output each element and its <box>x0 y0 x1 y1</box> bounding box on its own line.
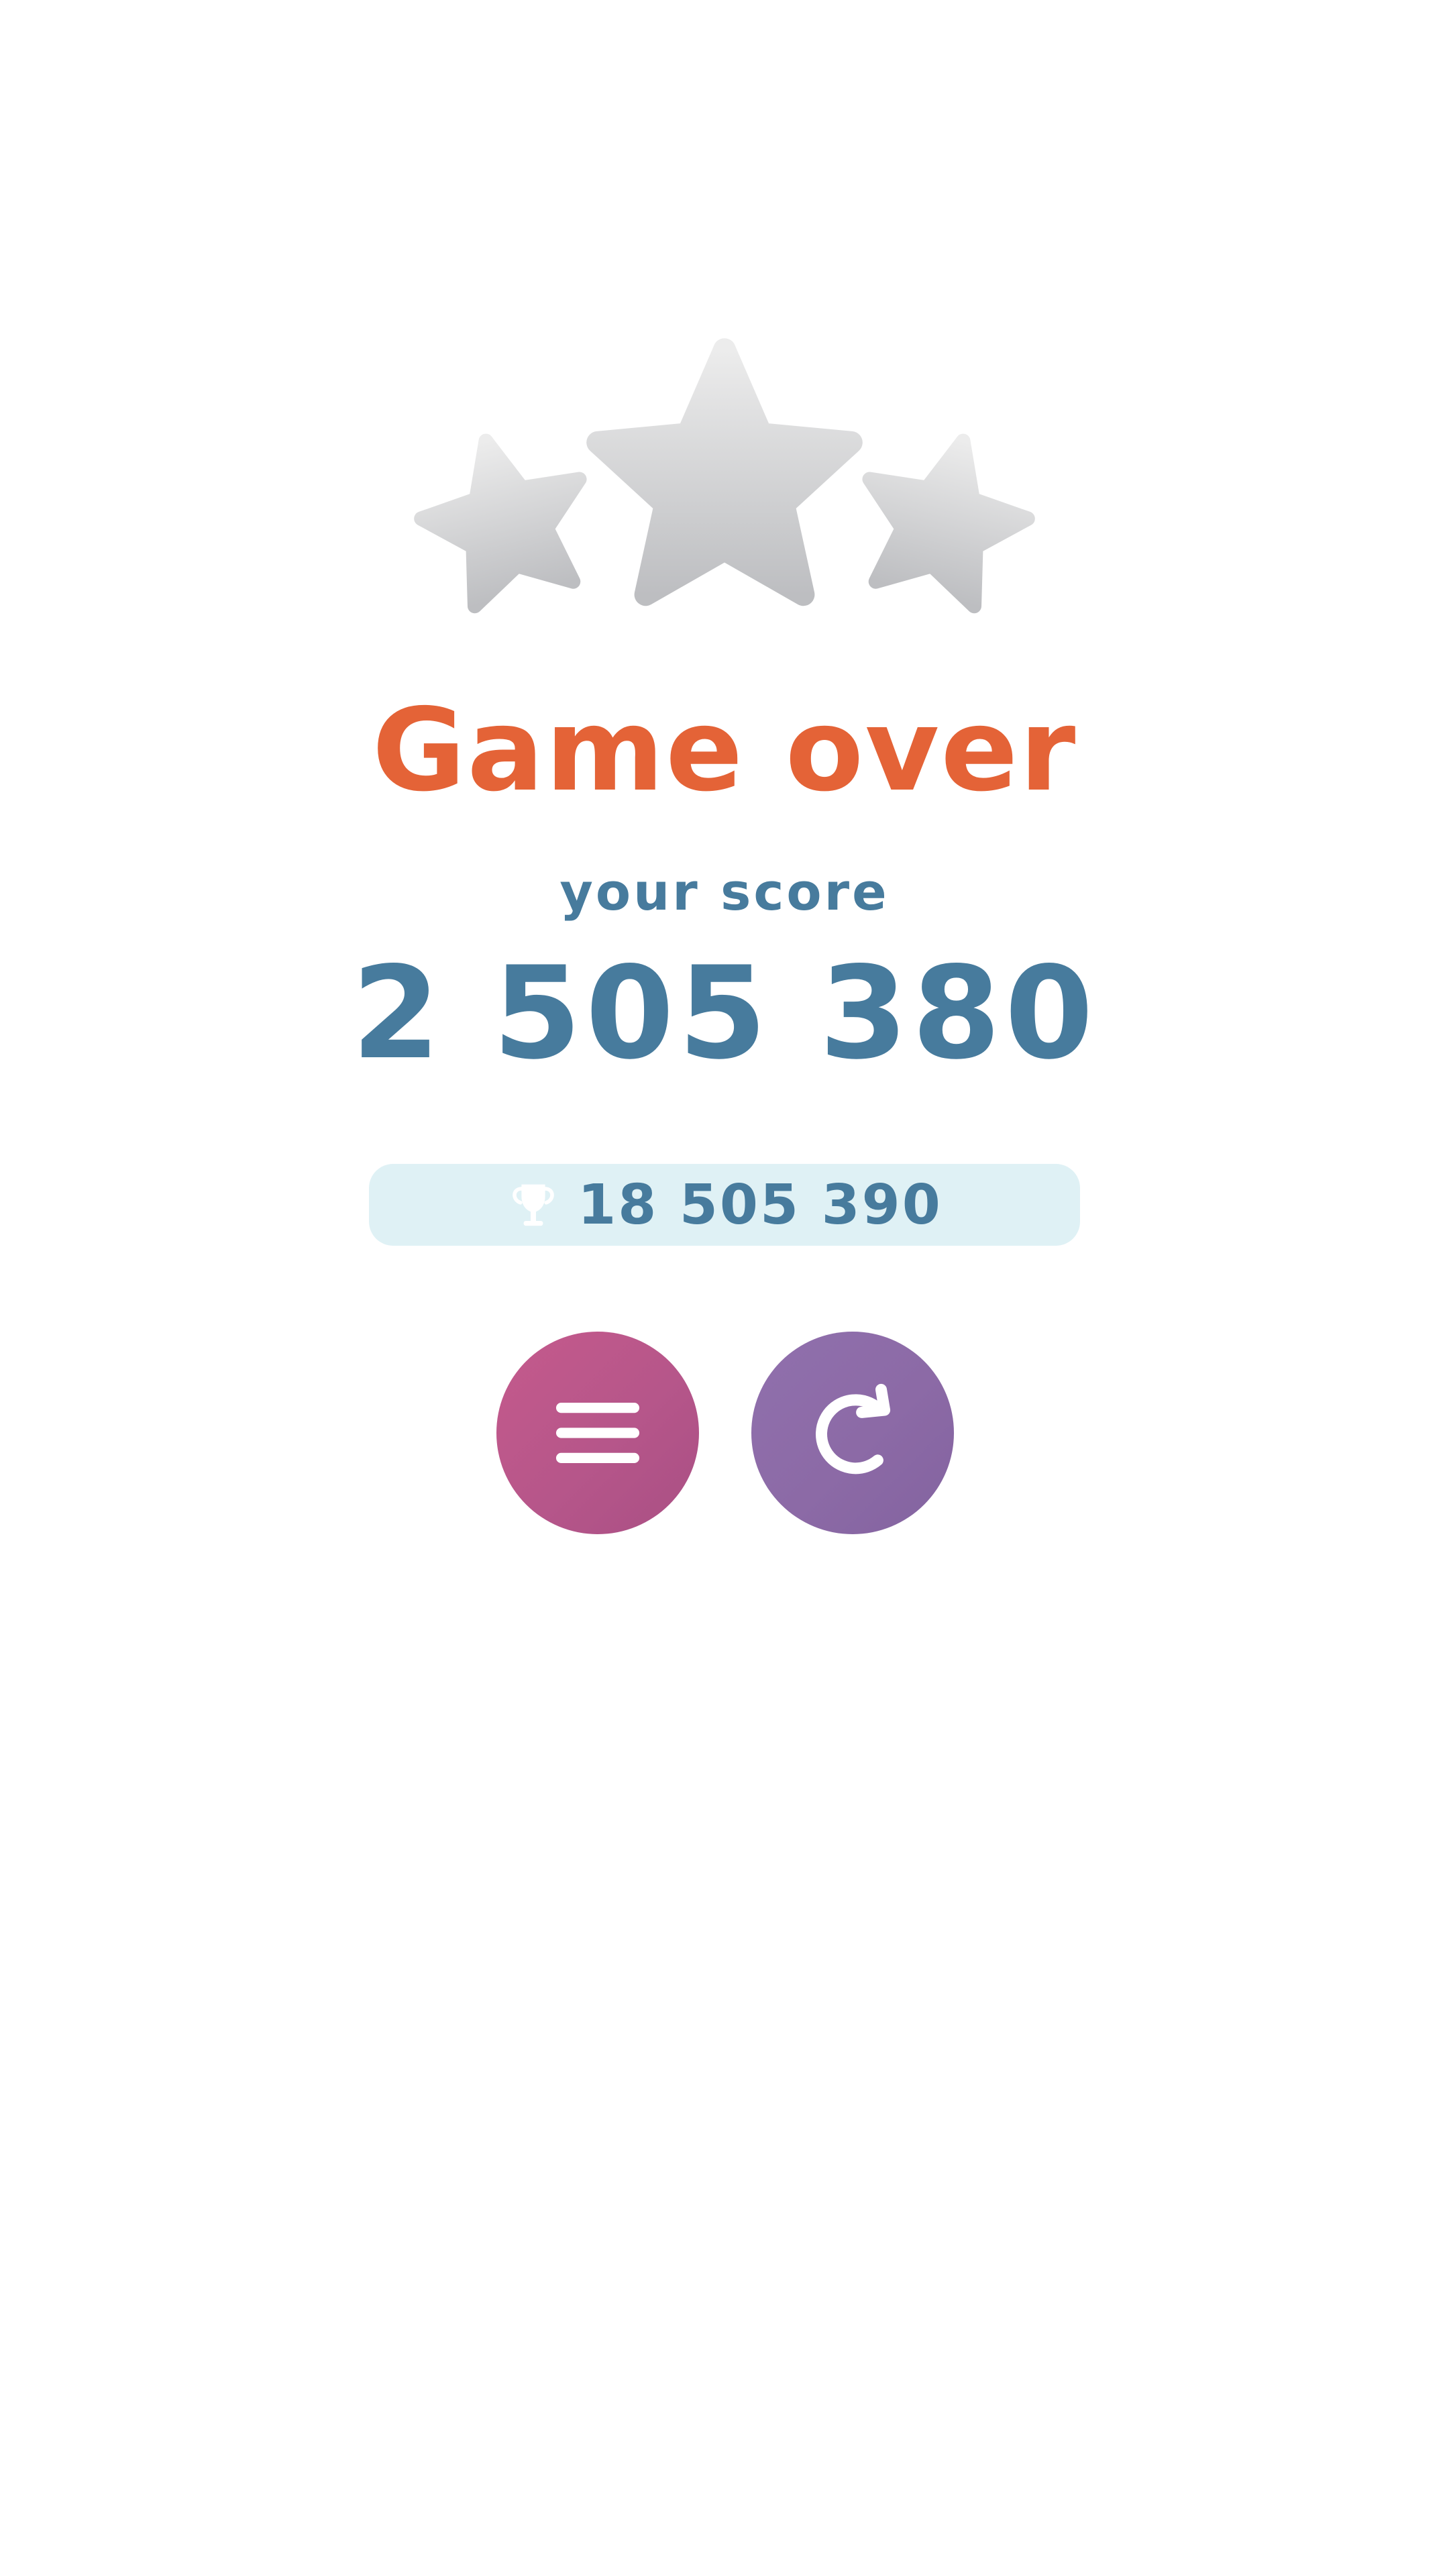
best-score-value: 18 505 390 <box>578 1173 943 1237</box>
game-over-title: Game over <box>372 684 1077 817</box>
menu-button[interactable] <box>496 1332 699 1534</box>
star-rating <box>0 335 1449 631</box>
trophy-icon <box>513 1184 555 1226</box>
score-value: 2 505 380 <box>352 939 1097 1087</box>
star-icon <box>414 433 587 614</box>
score-label: your score <box>559 862 890 922</box>
restart-icon <box>816 1383 891 1474</box>
menu-icon <box>555 1402 640 1464</box>
best-score-bar: 18 505 390 <box>369 1164 1080 1246</box>
star-icon <box>586 338 863 606</box>
restart-button[interactable] <box>751 1332 954 1534</box>
star-icon <box>862 433 1035 614</box>
